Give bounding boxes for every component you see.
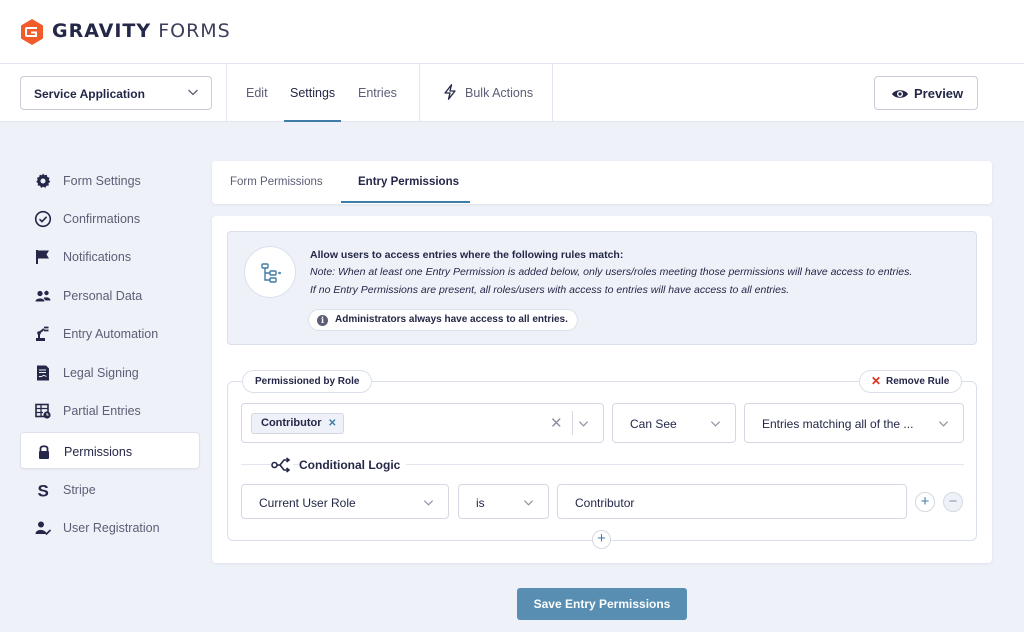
preview-label: Preview — [914, 86, 964, 101]
form-switcher-label: Service Application — [34, 87, 145, 101]
admin-access-text: Administrators always have access to all… — [335, 314, 568, 325]
hierarchy-icon — [261, 263, 282, 283]
add-rule-button[interactable]: + — [592, 530, 611, 549]
sidebar-item-confirmations[interactable]: Confirmations — [20, 200, 200, 237]
notice-note-line-2: If no Entry Permissions are present, all… — [310, 284, 790, 296]
sidebar-item-personal-data[interactable]: Personal Data — [20, 277, 200, 314]
sidebar-item-permissions[interactable]: Permissions — [20, 432, 200, 469]
sidebar-item-label: User Registration — [63, 521, 160, 535]
notice-note-line-1: Note: When at least one Entry Permission… — [310, 266, 913, 278]
sidebar-item-label: Permissions — [64, 445, 133, 459]
divider — [572, 411, 573, 435]
access-select[interactable]: Can See — [612, 403, 736, 443]
rule-type-label: Permissioned by Role — [242, 370, 373, 393]
sidebar-item-entry-automation[interactable]: Entry Automation — [20, 315, 200, 352]
notice-icon-circle — [244, 246, 296, 298]
brand-wordmark: GRAVITY FORMS — [52, 20, 231, 42]
tab-edit[interactable]: Edit — [246, 64, 268, 122]
scope-value: Entries matching all of the ... — [762, 417, 914, 431]
save-entry-permissions-button[interactable]: Save Entry Permissions — [517, 588, 687, 620]
condition-operator-select[interactable]: is — [458, 484, 549, 519]
form-switcher[interactable]: Service Application — [20, 76, 212, 110]
info-icon: i — [317, 315, 328, 326]
permission-tabs: Form Permissions Entry Permissions — [212, 161, 992, 204]
condition-field-value: Current User Role — [259, 496, 356, 510]
sidebar-item-stripe[interactable]: S Stripe — [20, 471, 200, 508]
sidebar-item-label: Notifications — [63, 250, 132, 264]
remove-condition-button[interactable]: − — [943, 492, 963, 512]
chevron-down-icon — [938, 421, 949, 427]
sidebar-item-label: Form Settings — [63, 174, 141, 188]
active-tab-indicator — [341, 201, 470, 203]
chevron-down-icon — [423, 500, 434, 506]
conditional-logic-icon — [271, 457, 293, 473]
chevron-down-icon — [710, 421, 721, 427]
gravity-forms-logo-icon — [21, 19, 43, 45]
access-value: Can See — [630, 417, 677, 431]
divider — [552, 64, 553, 122]
gear-icon — [36, 173, 51, 188]
sidebar-item-legal-signing[interactable]: Legal Signing — [20, 354, 200, 391]
condition-value-text: Contributor — [575, 496, 635, 510]
role-tag: Contributor ✕ — [251, 413, 345, 434]
form-toolbar: Service Application Edit Settings Entrie… — [0, 64, 1024, 122]
remove-rule-label: Remove Rule — [886, 376, 950, 387]
lightning-bolt-icon — [444, 84, 456, 100]
chevron-down-icon — [523, 500, 534, 506]
condition-value-input[interactable]: Contributor — [557, 484, 907, 519]
chevron-down-icon — [188, 89, 198, 96]
sidebar-item-label: Partial Entries — [63, 404, 141, 418]
sidebar-item-partial-entries[interactable]: Partial Entries — [20, 392, 200, 429]
bulk-actions-button[interactable]: Bulk Actions — [465, 64, 533, 122]
tab-form-permissions[interactable]: Form Permissions — [230, 161, 323, 204]
divider — [419, 64, 420, 122]
conditional-logic-label: Conditional Logic — [299, 458, 407, 472]
flag-icon — [36, 250, 49, 264]
user-check-icon — [35, 521, 52, 536]
add-condition-button[interactable]: + — [915, 492, 935, 512]
stripe-icon: S — [38, 482, 49, 500]
sidebar-item-label: Confirmations — [63, 212, 141, 226]
condition-field-select[interactable]: Current User Role — [241, 484, 449, 519]
brand-bar: GRAVITY FORMS — [0, 0, 1024, 64]
sidebar-item-notifications[interactable]: Notifications — [20, 238, 200, 275]
partial-table-icon — [35, 403, 51, 419]
sidebar-item-label: Entry Automation — [63, 327, 159, 341]
tab-settings[interactable]: Settings — [283, 64, 342, 122]
eye-icon — [892, 90, 908, 98]
users-icon — [35, 290, 51, 302]
sidebar-item-form-settings[interactable]: Form Settings — [20, 162, 200, 199]
condition-operator-value: is — [476, 496, 485, 510]
tab-entries[interactable]: Entries — [358, 64, 397, 122]
remove-rule-button[interactable]: ✕ Remove Rule — [859, 370, 963, 393]
tab-entry-permissions[interactable]: Entry Permissions — [358, 161, 459, 204]
svg-text:S: S — [38, 482, 49, 500]
clear-selection-icon[interactable]: ✕ — [550, 414, 563, 432]
lock-icon — [39, 445, 49, 459]
divider — [226, 64, 227, 122]
robot-arm-icon — [36, 326, 49, 341]
close-icon: ✕ — [871, 374, 882, 388]
role-tag-label: Contributor — [261, 417, 322, 429]
admin-access-badge: i Administrators always have access to a… — [308, 309, 578, 331]
signature-icon — [37, 365, 49, 381]
check-circle-icon — [34, 210, 52, 228]
role-multiselect[interactable]: Contributor ✕ ✕ — [241, 403, 604, 443]
preview-button[interactable]: Preview — [874, 76, 978, 110]
chevron-down-icon[interactable] — [578, 418, 589, 429]
sidebar-item-label: Stripe — [63, 483, 96, 497]
sidebar-item-label: Personal Data — [63, 289, 143, 303]
scope-select[interactable]: Entries matching all of the ... — [744, 403, 964, 443]
sidebar-item-user-registration[interactable]: User Registration — [20, 509, 200, 546]
remove-tag-icon[interactable]: ✕ — [328, 414, 336, 433]
sidebar-item-label: Legal Signing — [63, 366, 139, 380]
notice-title: Allow users to access entries where the … — [310, 249, 624, 261]
